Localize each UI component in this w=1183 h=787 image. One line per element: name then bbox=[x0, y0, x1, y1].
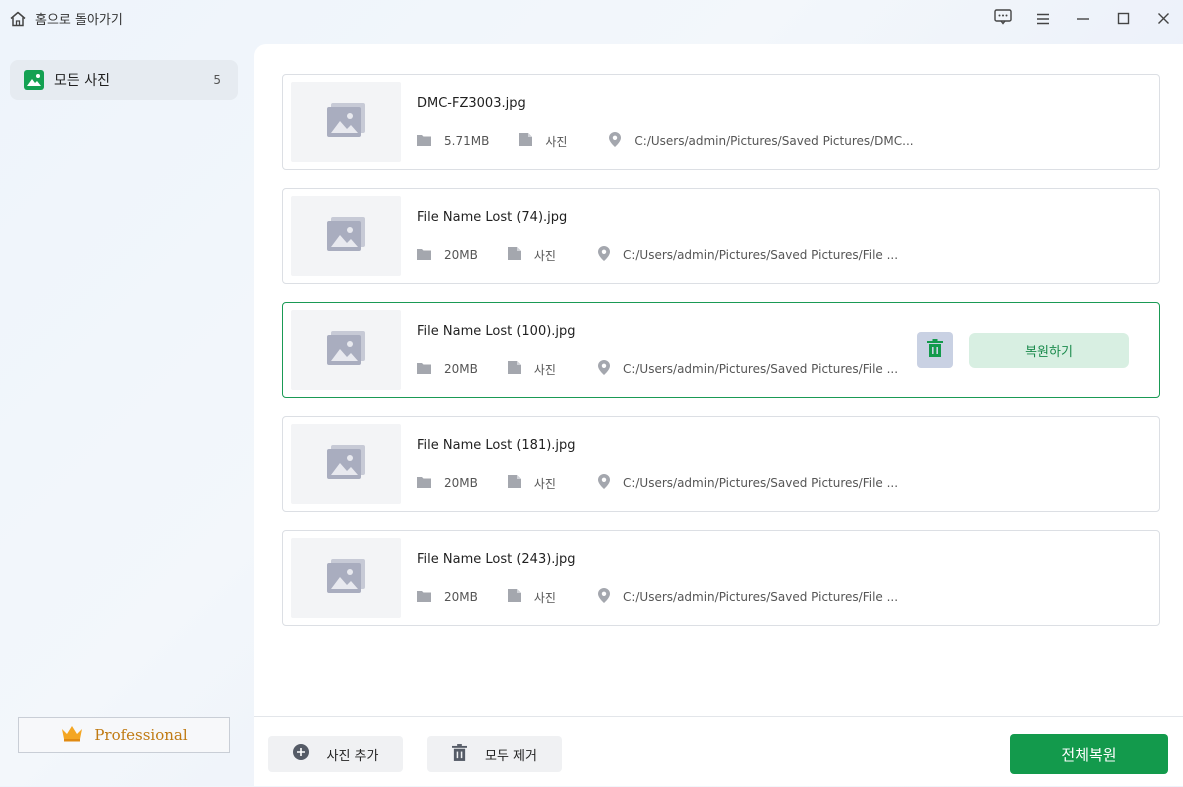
photo-icon bbox=[24, 70, 44, 90]
file-type-icon bbox=[507, 247, 534, 263]
title-bar: 홈으로 돌아가기 bbox=[0, 0, 1183, 40]
row-actions: 복원하기 bbox=[917, 332, 1129, 368]
menu-icon bbox=[1036, 10, 1050, 29]
file-meta: 20MB 사진 C:/Users/admin/Pictures/Saved Pi… bbox=[417, 474, 898, 492]
feedback-icon bbox=[994, 9, 1012, 29]
file-size: 20MB bbox=[417, 248, 478, 263]
file-type-icon bbox=[507, 475, 534, 491]
file-list: DMC-FZ3003.jpg 5.71MB 사진 C:/Users/admin/… bbox=[282, 74, 1160, 644]
location-pin-icon bbox=[609, 132, 634, 150]
file-name: File Name Lost (181).jpg bbox=[417, 438, 576, 453]
thumbnail bbox=[291, 196, 401, 276]
file-name: File Name Lost (74).jpg bbox=[417, 210, 568, 225]
file-path: C:/Users/admin/Pictures/Saved Pictures/D… bbox=[609, 132, 914, 150]
file-size: 20MB bbox=[417, 590, 478, 605]
image-placeholder-icon bbox=[327, 103, 365, 141]
file-type: 사진 bbox=[507, 475, 556, 492]
sidebar: 모든 사진 5 Professional bbox=[0, 40, 254, 786]
file-name: File Name Lost (243).jpg bbox=[417, 552, 576, 567]
maximize-button[interactable] bbox=[1103, 0, 1143, 38]
sidebar-item-label: 모든 사진 bbox=[54, 73, 110, 89]
file-type: 사진 bbox=[519, 133, 567, 150]
file-path: C:/Users/admin/Pictures/Saved Pictures/F… bbox=[597, 588, 898, 606]
image-placeholder-icon bbox=[327, 559, 365, 597]
file-type-icon bbox=[519, 133, 545, 149]
file-type: 사진 bbox=[507, 589, 556, 606]
file-size: 5.71MB bbox=[417, 134, 489, 149]
remove-all-label: 모두 제거 bbox=[485, 748, 537, 764]
professional-label: Professional bbox=[94, 726, 188, 744]
file-meta: 20MB 사진 C:/Users/admin/Pictures/Saved Pi… bbox=[417, 360, 898, 378]
thumbnail bbox=[291, 538, 401, 618]
minimize-button[interactable] bbox=[1063, 0, 1103, 38]
remove-all-button[interactable]: 모두 제거 bbox=[427, 736, 562, 772]
image-placeholder-icon bbox=[327, 445, 365, 483]
folder-icon bbox=[417, 134, 444, 149]
trash-icon bbox=[452, 743, 467, 765]
back-to-home-button[interactable]: 홈으로 돌아가기 bbox=[9, 9, 123, 28]
thumbnail bbox=[291, 424, 401, 504]
minimize-icon bbox=[1076, 10, 1090, 29]
footer-bar: 사진 추가 모두 제거 전체복원 bbox=[254, 716, 1183, 787]
file-path: C:/Users/admin/Pictures/Saved Pictures/F… bbox=[597, 474, 898, 492]
folder-icon bbox=[417, 590, 444, 605]
sidebar-item-count: 5 bbox=[213, 73, 221, 87]
file-row-selected[interactable]: File Name Lost (100).jpg 20MB 사진 C:/User… bbox=[282, 302, 1160, 398]
location-pin-icon bbox=[597, 360, 623, 378]
folder-icon bbox=[417, 476, 444, 491]
image-placeholder-icon bbox=[327, 217, 365, 255]
file-name: File Name Lost (100).jpg bbox=[417, 324, 576, 339]
file-row[interactable]: DMC-FZ3003.jpg 5.71MB 사진 C:/Users/admin/… bbox=[282, 74, 1160, 170]
add-photos-label: 사진 추가 bbox=[326, 748, 379, 764]
back-label: 홈으로 돌아가기 bbox=[35, 13, 123, 28]
file-row[interactable]: File Name Lost (74).jpg 20MB 사진 C:/Users… bbox=[282, 188, 1160, 284]
close-icon bbox=[1157, 10, 1170, 29]
file-name: DMC-FZ3003.jpg bbox=[417, 96, 526, 111]
add-circle-icon bbox=[292, 744, 309, 764]
thumbnail bbox=[291, 82, 401, 162]
location-pin-icon bbox=[597, 246, 623, 264]
main-panel: DMC-FZ3003.jpg 5.71MB 사진 C:/Users/admin/… bbox=[254, 44, 1183, 786]
maximize-icon bbox=[1117, 10, 1130, 29]
folder-icon bbox=[417, 362, 444, 377]
recover-button[interactable]: 복원하기 bbox=[969, 332, 1129, 368]
crown-icon bbox=[60, 724, 84, 746]
file-type-icon bbox=[507, 361, 534, 377]
thumbnail bbox=[291, 310, 401, 390]
window-controls bbox=[983, 0, 1183, 38]
professional-button[interactable]: Professional bbox=[18, 717, 230, 753]
sidebar-item-all-photos[interactable]: 모든 사진 5 bbox=[10, 60, 238, 100]
file-meta: 20MB 사진 C:/Users/admin/Pictures/Saved Pi… bbox=[417, 588, 898, 606]
file-meta: 5.71MB 사진 C:/Users/admin/Pictures/Saved … bbox=[417, 132, 914, 150]
file-size: 20MB bbox=[417, 476, 478, 491]
file-row[interactable]: File Name Lost (181).jpg 20MB 사진 C:/User… bbox=[282, 416, 1160, 512]
file-type: 사진 bbox=[507, 361, 556, 378]
file-type-icon bbox=[507, 589, 534, 605]
menu-button[interactable] bbox=[1023, 0, 1063, 38]
file-path: C:/Users/admin/Pictures/Saved Pictures/F… bbox=[597, 246, 898, 264]
add-photos-button[interactable]: 사진 추가 bbox=[268, 736, 403, 772]
location-pin-icon bbox=[597, 588, 623, 606]
close-button[interactable] bbox=[1143, 0, 1183, 38]
image-placeholder-icon bbox=[327, 331, 365, 369]
folder-icon bbox=[417, 248, 444, 263]
feedback-button[interactable] bbox=[983, 0, 1023, 38]
location-pin-icon bbox=[597, 474, 623, 492]
recover-all-button[interactable]: 전체복원 bbox=[1010, 734, 1168, 774]
file-meta: 20MB 사진 C:/Users/admin/Pictures/Saved Pi… bbox=[417, 246, 898, 264]
delete-button[interactable] bbox=[917, 332, 953, 368]
file-row[interactable]: File Name Lost (243).jpg 20MB 사진 C:/User… bbox=[282, 530, 1160, 626]
home-icon bbox=[9, 10, 27, 28]
file-size: 20MB bbox=[417, 362, 478, 377]
file-path: C:/Users/admin/Pictures/Saved Pictures/F… bbox=[597, 360, 898, 378]
trash-icon bbox=[927, 339, 943, 361]
file-type: 사진 bbox=[507, 247, 556, 264]
